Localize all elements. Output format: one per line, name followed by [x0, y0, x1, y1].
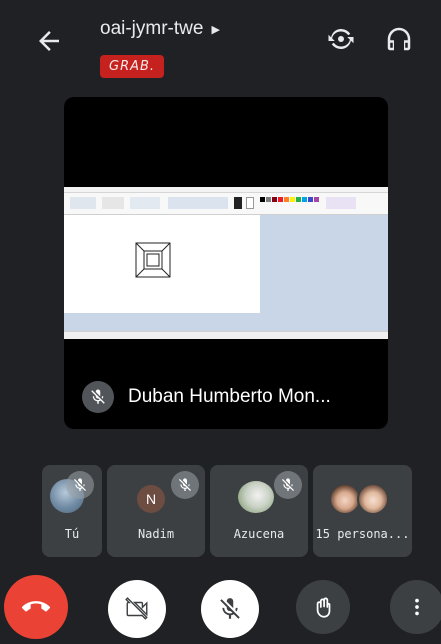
headphones-icon[interactable] — [384, 24, 414, 54]
participant-label: Azucena — [233, 527, 285, 541]
call-controls — [0, 570, 441, 644]
mic-off-icon — [220, 598, 240, 619]
participant-tile-nadim[interactable]: N Nadim — [107, 465, 205, 557]
meeting-code: oai-jymr-twe — [100, 18, 204, 39]
drawing-frame — [135, 242, 171, 278]
presenter-name: Duban Humberto Mon... — [128, 386, 331, 407]
participant-label: Nadim — [137, 527, 175, 541]
hand-icon — [316, 597, 331, 618]
avatar: N — [137, 485, 165, 513]
more-options-button[interactable] — [390, 580, 441, 634]
mic-off-icon — [66, 471, 94, 499]
avatar-group-2 — [357, 483, 389, 515]
more-vertical-icon — [415, 598, 419, 616]
paint-canvas — [64, 215, 260, 313]
participant-tile-self[interactable]: Tú — [42, 465, 102, 557]
caret-right-icon: ▶ — [211, 23, 220, 36]
video-off-icon — [125, 597, 148, 620]
avatar — [238, 481, 274, 513]
paint-status-bar — [64, 331, 388, 339]
main-video-tile[interactable]: Duban Humberto Mon... — [64, 97, 388, 429]
meeting-title[interactable]: oai-jymr-twe ▶ — [100, 18, 220, 40]
recording-badge: GRAB. — [100, 55, 165, 78]
camera-toggle-button[interactable] — [108, 580, 166, 638]
avatar-initial: N — [145, 491, 157, 507]
microphone-toggle-button[interactable] — [201, 580, 259, 638]
participant-label: 15 persona... — [315, 527, 410, 541]
main-tile-label: Duban Humberto Mon... — [82, 381, 331, 413]
mic-off-icon — [82, 381, 114, 413]
mic-off-icon — [274, 471, 302, 499]
arrow-left-icon[interactable] — [34, 26, 64, 56]
mic-off-icon — [171, 471, 199, 499]
end-call-button[interactable] — [4, 575, 68, 639]
top-bar: oai-jymr-twe ▶ GRAB. — [0, 0, 441, 90]
participant-tile-others[interactable]: 15 persona... — [313, 465, 412, 557]
switch-camera-icon[interactable] — [326, 24, 356, 54]
phone-hangup-icon — [22, 601, 50, 612]
participant-tile-azucena[interactable]: Azucena — [210, 465, 308, 557]
paint-canvas-area — [64, 215, 388, 331]
paint-ribbon — [64, 193, 388, 215]
participant-label: Tú — [64, 527, 80, 541]
shared-screen — [64, 187, 388, 339]
raise-hand-button[interactable] — [296, 580, 350, 634]
participant-strip: Tú N Nadim Azucena 15 persona... — [42, 465, 412, 557]
